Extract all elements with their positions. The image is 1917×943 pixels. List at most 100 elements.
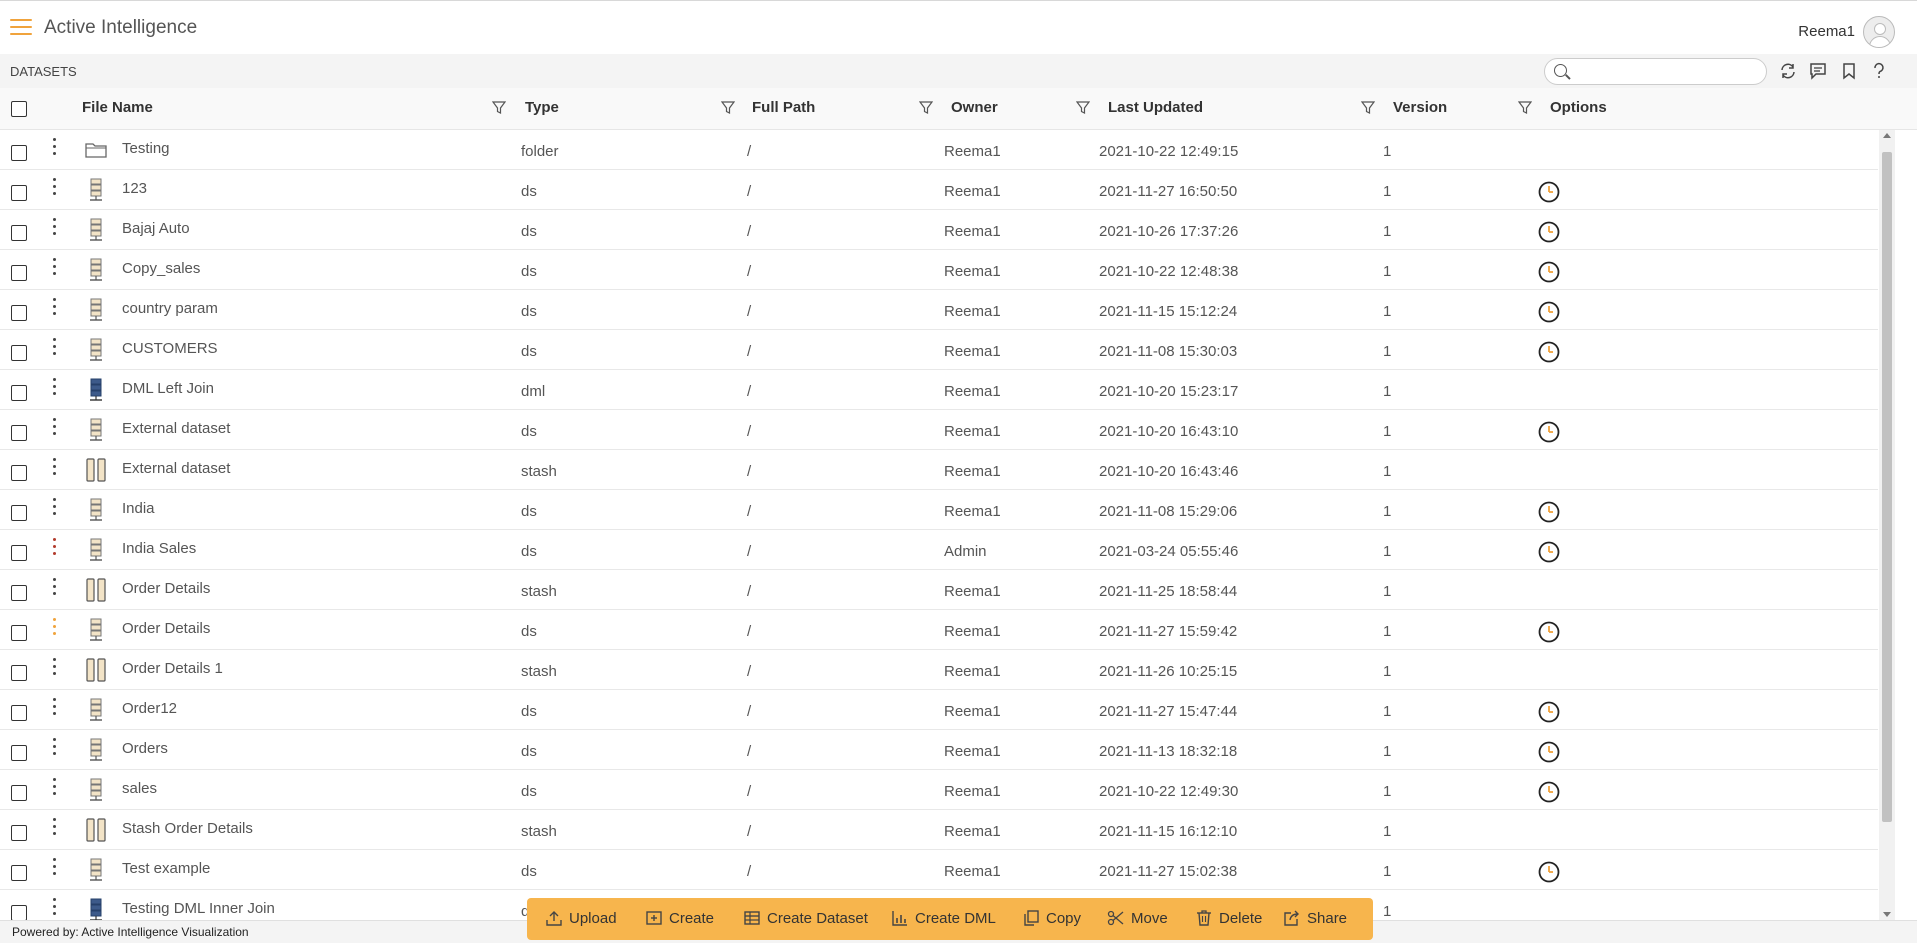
row-file-name[interactable]: Copy_sales	[122, 260, 200, 277]
table-row[interactable]: 123 ds / Reema1 2021-11-27 16:50:50 1	[0, 170, 1878, 210]
row-checkbox[interactable]	[11, 745, 27, 761]
row-checkbox[interactable]	[11, 145, 27, 161]
table-row[interactable]: Bajaj Auto ds / Reema1 2021-10-26 17:37:26 1	[0, 210, 1878, 250]
row-file-name[interactable]: Order Details 1	[122, 660, 223, 677]
row-menu-kebab-icon[interactable]	[51, 178, 57, 198]
row-menu-kebab-icon[interactable]	[51, 818, 57, 838]
column-type[interactable]: Type	[525, 99, 559, 116]
row-checkbox[interactable]	[11, 465, 27, 481]
schedule-clock-icon[interactable]	[1538, 501, 1560, 523]
filter-icon[interactable]	[1076, 101, 1090, 115]
schedule-clock-icon[interactable]	[1538, 421, 1560, 443]
column-owner[interactable]: Owner	[951, 99, 998, 116]
refresh-icon[interactable]	[1779, 62, 1797, 80]
row-checkbox[interactable]	[11, 185, 27, 201]
row-menu-kebab-icon[interactable]	[51, 138, 57, 158]
table-row[interactable]: Stash Order Details stash / Reema1 2021-11-1…	[0, 810, 1878, 850]
search-input[interactable]	[1575, 62, 1755, 81]
filter-icon[interactable]	[1518, 101, 1532, 115]
schedule-clock-icon[interactable]	[1538, 621, 1560, 643]
column-last-updated[interactable]: Last Updated	[1108, 99, 1203, 116]
row-menu-kebab-icon[interactable]	[51, 858, 57, 878]
table-row[interactable]: India ds / Reema1 2021-11-08 15:29:06 1	[0, 490, 1878, 530]
scroll-down-arrow-icon[interactable]	[1883, 912, 1891, 917]
row-file-name[interactable]: India	[122, 500, 155, 517]
user-name[interactable]: Reema1	[1798, 23, 1855, 40]
row-checkbox[interactable]	[11, 305, 27, 321]
schedule-clock-icon[interactable]	[1538, 181, 1560, 203]
row-menu-kebab-icon[interactable]	[51, 378, 57, 398]
row-file-name[interactable]: Order12	[122, 700, 177, 717]
table-row[interactable]: Order12 ds / Reema1 2021-11-27 15:47:44 1	[0, 690, 1878, 730]
row-checkbox[interactable]	[11, 905, 27, 920]
row-menu-kebab-icon[interactable]	[51, 338, 57, 358]
select-all-checkbox[interactable]	[11, 101, 27, 117]
schedule-clock-icon[interactable]	[1538, 261, 1560, 283]
row-checkbox[interactable]	[11, 425, 27, 441]
comment-icon[interactable]	[1809, 62, 1827, 80]
row-file-name[interactable]: Order Details	[122, 620, 210, 637]
table-row[interactable]: External dataset stash / Reema1 2021-10-20 1…	[0, 450, 1878, 490]
table-row[interactable]: Order Details ds / Reema1 2021-11-27 15:59:4…	[0, 610, 1878, 650]
filter-icon[interactable]	[721, 101, 735, 115]
scrollbar-thumb[interactable]	[1882, 152, 1892, 822]
row-checkbox[interactable]	[11, 265, 27, 281]
row-menu-kebab-icon[interactable]	[51, 458, 57, 478]
row-menu-kebab-icon[interactable]	[51, 298, 57, 318]
table-row[interactable]: DML Left Join dml / Reema1 2021-10-20 15:23:…	[0, 370, 1878, 410]
table-row[interactable]: Orders ds / Reema1 2021-11-13 18:32:18 1	[0, 730, 1878, 770]
row-checkbox[interactable]	[11, 345, 27, 361]
row-checkbox[interactable]	[11, 665, 27, 681]
schedule-clock-icon[interactable]	[1538, 741, 1560, 763]
scroll-up-arrow-icon[interactable]	[1883, 133, 1891, 138]
row-file-name[interactable]: External dataset	[122, 460, 230, 477]
row-checkbox[interactable]	[11, 225, 27, 241]
row-file-name[interactable]: India Sales	[122, 540, 196, 557]
user-avatar-icon[interactable]	[1863, 16, 1895, 48]
row-menu-kebab-icon[interactable]	[51, 418, 57, 438]
row-file-name[interactable]: DML Left Join	[122, 380, 214, 397]
row-checkbox[interactable]	[11, 825, 27, 841]
row-checkbox[interactable]	[11, 545, 27, 561]
row-file-name[interactable]: Testing DML Inner Join	[122, 900, 275, 917]
filter-icon[interactable]	[919, 101, 933, 115]
row-file-name[interactable]: Order Details	[122, 580, 210, 597]
row-menu-kebab-icon[interactable]	[51, 898, 57, 918]
bookmark-icon[interactable]	[1840, 62, 1858, 80]
table-row[interactable]: External dataset ds / Reema1 2021-10-20 16:4…	[0, 410, 1878, 450]
table-row[interactable]: CUSTOMERS ds / Reema1 2021-11-08 15:30:03 1	[0, 330, 1878, 370]
row-menu-kebab-icon[interactable]	[51, 738, 57, 758]
table-row[interactable]: Testing folder / Reema1 2021-10-22 12:49:15 1	[0, 130, 1878, 170]
row-file-name[interactable]: External dataset	[122, 420, 230, 437]
row-file-name[interactable]: 123	[122, 180, 147, 197]
table-row[interactable]: Order Details stash / Reema1 2021-11-25 18:5…	[0, 570, 1878, 610]
row-menu-kebab-icon[interactable]	[51, 618, 57, 638]
row-checkbox[interactable]	[11, 505, 27, 521]
row-file-name[interactable]: country param	[122, 300, 218, 317]
vertical-scrollbar[interactable]	[1879, 130, 1895, 920]
row-checkbox[interactable]	[11, 585, 27, 601]
table-row[interactable]: Test example ds / Reema1 2021-11-27 15:02:38…	[0, 850, 1878, 890]
table-row[interactable]: India Sales ds / Admin 2021-03-24 05:55:46 1	[0, 530, 1878, 570]
table-row[interactable]: Copy_sales ds / Reema1 2021-10-22 12:48:38 1	[0, 250, 1878, 290]
row-menu-kebab-icon[interactable]	[51, 698, 57, 718]
schedule-clock-icon[interactable]	[1538, 221, 1560, 243]
filter-icon[interactable]	[492, 101, 506, 115]
row-menu-kebab-icon[interactable]	[51, 658, 57, 678]
schedule-clock-icon[interactable]	[1538, 701, 1560, 723]
help-icon[interactable]	[1870, 62, 1888, 80]
row-file-name[interactable]: Bajaj Auto	[122, 220, 190, 237]
row-file-name[interactable]: sales	[122, 780, 157, 797]
schedule-clock-icon[interactable]	[1538, 861, 1560, 883]
schedule-clock-icon[interactable]	[1538, 541, 1560, 563]
row-file-name[interactable]: Stash Order Details	[122, 820, 253, 837]
row-menu-kebab-icon[interactable]	[51, 258, 57, 278]
column-full-path[interactable]: Full Path	[752, 99, 815, 116]
column-file-name[interactable]: File Name	[82, 99, 153, 116]
row-checkbox[interactable]	[11, 705, 27, 721]
row-menu-kebab-icon[interactable]	[51, 538, 57, 558]
hamburger-menu-icon[interactable]	[10, 19, 32, 35]
row-menu-kebab-icon[interactable]	[51, 578, 57, 598]
row-menu-kebab-icon[interactable]	[51, 498, 57, 518]
table-row[interactable]: country param ds / Reema1 2021-11-15 15:12:2…	[0, 290, 1878, 330]
